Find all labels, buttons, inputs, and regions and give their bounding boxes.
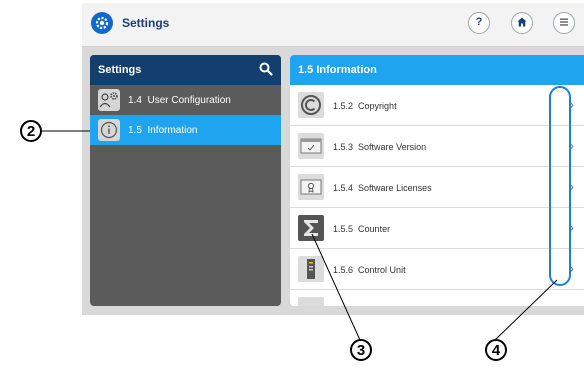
callout-3: 3 (350, 339, 372, 361)
callout-leader-lines (42, 130, 558, 341)
callout-4-leader (494, 279, 558, 341)
callout-3-leader (311, 233, 361, 341)
callout-2: 2 (20, 120, 42, 142)
callout-4: 4 (485, 339, 507, 361)
